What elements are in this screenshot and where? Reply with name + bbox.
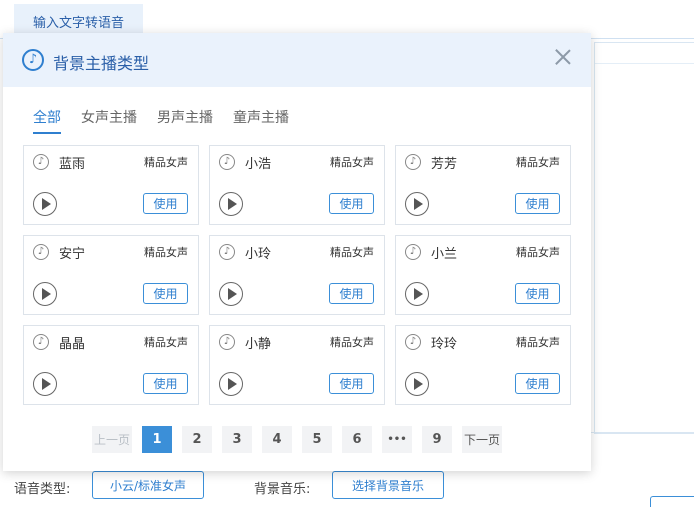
select-bg-music-button[interactable]: 选择背景音乐 [332,471,444,499]
anchor-type: 精品女声 [516,156,560,169]
music-note-icon: ♪ [405,244,421,260]
anchor-name: 晶晶 [59,337,86,352]
play-icon[interactable] [33,372,57,396]
prev-page-button[interactable]: 上一页 [92,426,132,453]
text-input-area[interactable] [594,42,694,434]
use-button[interactable]: 使用 [143,283,188,304]
section-divider [580,432,694,433]
use-button[interactable]: 使用 [515,283,560,304]
pagination: 上一页 1 2 3 4 5 6 ••• 9 下一页 [3,426,591,454]
use-button[interactable]: 使用 [143,373,188,394]
use-button[interactable]: 使用 [329,283,374,304]
use-button[interactable]: 使用 [329,373,374,394]
page-4[interactable]: 4 [262,426,292,453]
use-button[interactable]: 使用 [329,193,374,214]
page-2[interactable]: 2 [182,426,212,453]
page-1[interactable]: 1 [142,426,172,453]
partial-button[interactable] [650,496,694,507]
anchor-type: 精品女声 [144,336,188,349]
play-icon[interactable] [405,372,429,396]
music-note-icon: ♪ [405,334,421,350]
use-button[interactable]: 使用 [515,193,560,214]
anchor-name: 芳芳 [431,157,458,172]
tab-male[interactable]: 男声主播 [157,107,213,127]
next-page-button[interactable]: 下一页 [462,426,502,453]
anchor-name: 玲玲 [431,337,458,352]
page-3[interactable]: 3 [222,426,252,453]
popup-title: 背景主播类型 [53,54,150,73]
voice-type-label: 语音类型: [14,482,71,497]
music-note-icon: ♪ [22,49,44,71]
page-ellipsis[interactable]: ••• [382,426,412,453]
anchor-name: 安宁 [59,247,86,262]
play-icon[interactable] [219,372,243,396]
play-icon[interactable] [33,282,57,306]
anchor-name: 小浩 [245,157,272,172]
anchor-type: 精品女声 [144,156,188,169]
use-button[interactable]: 使用 [143,193,188,214]
anchor-card[interactable]: ♪ 小兰 精品女声 使用 [395,235,571,315]
play-icon[interactable] [405,282,429,306]
page-9[interactable]: 9 [422,426,452,453]
anchor-card[interactable]: ♪ 晶晶 精品女声 使用 [23,325,199,405]
anchor-type-popup: ♪ 背景主播类型 全部 女声主播 男声主播 童声主播 ♪ 蓝雨 精品女声 使用 … [3,33,591,471]
anchor-card[interactable]: ♪ 芳芳 精品女声 使用 [395,145,571,225]
music-note-icon: ♪ [219,154,235,170]
music-note-icon: ♪ [33,334,49,350]
anchor-card[interactable]: ♪ 小静 精品女声 使用 [209,325,385,405]
settings-bar: 语音类型: 小云/标准女声 背景音乐: 选择背景音乐 [0,468,694,507]
anchor-name: 小兰 [431,247,458,262]
anchor-card[interactable]: ♪ 蓝雨 精品女声 使用 [23,145,199,225]
tab-child[interactable]: 童声主播 [233,107,289,127]
music-note-icon: ♪ [219,244,235,260]
tab-all[interactable]: 全部 [33,107,61,127]
music-note-icon: ♪ [405,154,421,170]
music-note-icon: ♪ [219,334,235,350]
popup-header: ♪ 背景主播类型 [3,33,591,87]
anchor-type: 精品女声 [516,336,560,349]
play-icon[interactable] [219,192,243,216]
anchor-card[interactable]: ♪ 小浩 精品女声 使用 [209,145,385,225]
anchor-name: 小玲 [245,247,272,262]
panel-divider [595,63,694,64]
bg-music-label: 背景音乐: [254,482,311,497]
music-note-icon: ♪ [33,154,49,170]
play-icon[interactable] [405,192,429,216]
anchor-type: 精品女声 [516,246,560,259]
tab-female[interactable]: 女声主播 [81,107,137,127]
page-6[interactable]: 6 [342,426,372,453]
voice-type-button[interactable]: 小云/标准女声 [92,471,204,499]
page-5[interactable]: 5 [302,426,332,453]
use-button[interactable]: 使用 [515,373,560,394]
anchor-type: 精品女声 [330,336,374,349]
anchor-card[interactable]: ♪ 安宁 精品女声 使用 [23,235,199,315]
active-tab-indicator [33,132,61,134]
anchor-type: 精品女声 [330,246,374,259]
anchor-type: 精品女声 [330,156,374,169]
play-icon[interactable] [219,282,243,306]
anchor-type: 精品女声 [144,246,188,259]
play-icon[interactable] [33,192,57,216]
close-icon[interactable] [553,47,573,67]
music-note-icon: ♪ [33,244,49,260]
anchor-name: 小静 [245,337,272,352]
anchor-name: 蓝雨 [59,157,86,172]
anchor-card[interactable]: ♪ 小玲 精品女声 使用 [209,235,385,315]
anchor-card[interactable]: ♪ 玲玲 精品女声 使用 [395,325,571,405]
